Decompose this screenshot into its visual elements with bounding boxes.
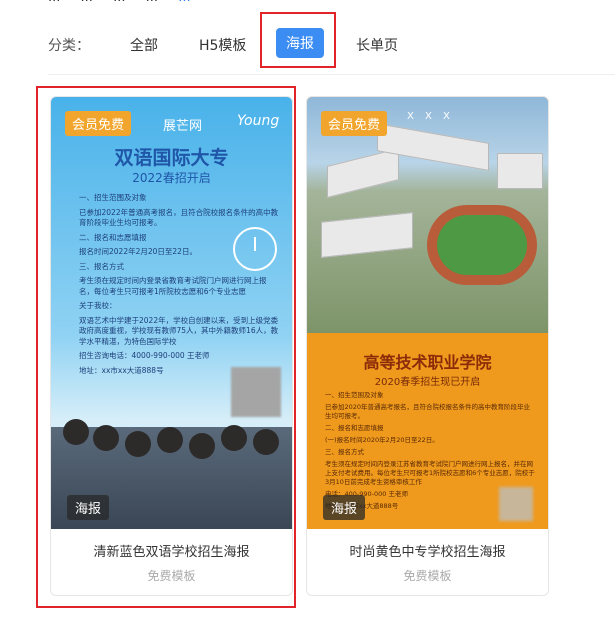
template-title[interactable]: 时尚黄色中专学校招生海报 — [307, 541, 548, 560]
filter-divider — [48, 74, 615, 75]
poster-mark: X X X — [407, 111, 454, 122]
qr-code-image — [499, 487, 533, 521]
filter-tab-all[interactable]: 全部 — [130, 35, 158, 55]
poster-line: 三、报名方式 — [325, 448, 364, 456]
sports-field — [427, 205, 537, 285]
top-nav-item[interactable]: ... — [48, 0, 60, 4]
template-card[interactable]: X X X 高等技术职业学院 2020春季招生现已开启 一、招生范围及对象 已参… — [306, 96, 549, 596]
poster-heading: 高等技术职业学院 — [363, 353, 492, 372]
poster-type-badge: 海报 — [323, 495, 366, 520]
member-free-badge: 会员免费 — [321, 111, 388, 136]
top-nav-item[interactable]: ... — [81, 0, 93, 4]
top-nav-item[interactable]: ... — [146, 0, 158, 4]
poster-subheading: 2020春季招生现已开启 — [374, 377, 481, 388]
top-nav-item-active[interactable]: ... — [178, 0, 190, 4]
filter-tab-long-page[interactable]: 长单页 — [356, 35, 398, 55]
highlight-box-tab — [260, 12, 336, 68]
poster-line: 一、招生范围及对象 — [325, 391, 384, 399]
template-subtitle: 免费模板 — [403, 569, 452, 583]
poster-line: 已参加2020年普通高考报名，且符合院校报名条件的高中教育阶段毕业生均可报考。 — [325, 403, 531, 420]
filter-tab-h5[interactable]: H5模板 — [199, 35, 246, 55]
highlight-box-card — [36, 86, 296, 608]
poster-line: 二、报名和志愿填报 — [325, 424, 384, 432]
poster-line: (一)报名时间2020年2月20日至22日。 — [325, 436, 439, 444]
building-shape — [497, 153, 543, 189]
poster-line: 考生须在规定时间内登录江苏省教育考试院门户网进行网上报名，并在网上支付考试费用。… — [325, 460, 535, 486]
template-thumbnail[interactable]: X X X 高等技术职业学院 2020春季招生现已开启 一、招生范围及对象 已参… — [307, 97, 548, 529]
top-nav-strip: ... ... ... ... ... — [48, 0, 207, 4]
top-nav-item[interactable]: ... — [113, 0, 125, 4]
filter-label: 分类： — [48, 38, 90, 54]
